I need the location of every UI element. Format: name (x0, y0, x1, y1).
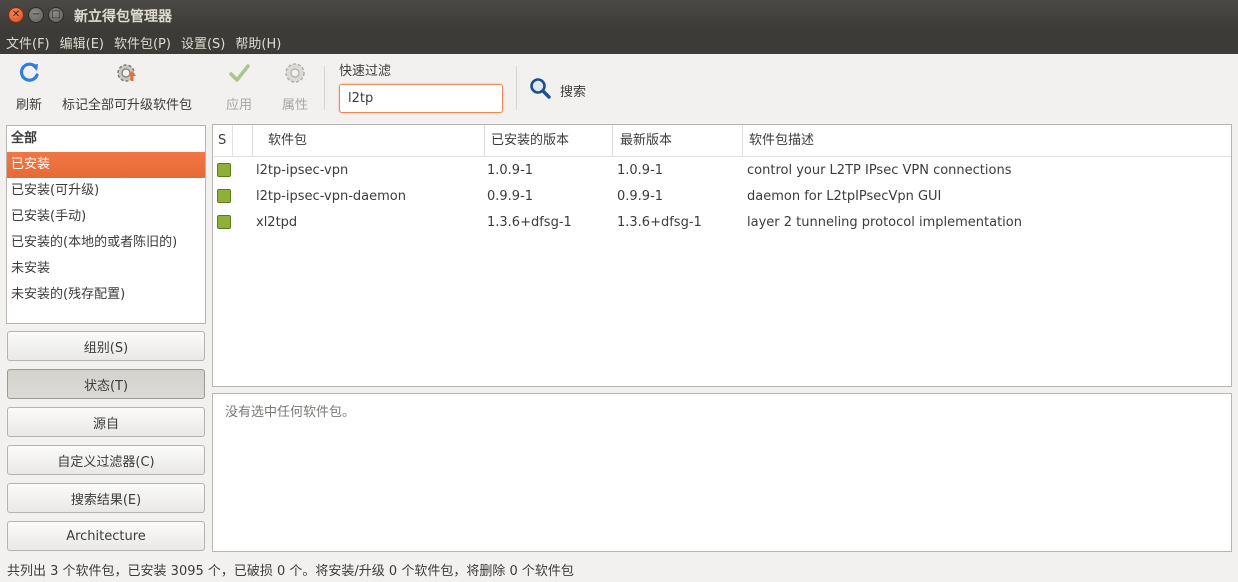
checkmark-icon (226, 60, 252, 86)
table-header: S 软件包 已安装的版本 最新版本 软件包描述 (213, 125, 1231, 157)
menu-package[interactable]: 软件包(P) (114, 33, 171, 52)
column-status[interactable]: S (213, 125, 233, 156)
architecture-button[interactable]: Architecture (7, 521, 205, 551)
package-name: l2tp-ipsec-vpn-daemon (256, 188, 406, 204)
search-button[interactable]: 搜索 (528, 76, 586, 104)
title-bar: ✕ − □ 新立得包管理器 (0, 0, 1238, 30)
installed-status-icon[interactable] (217, 189, 231, 203)
installed-status-icon[interactable] (217, 163, 231, 177)
minimize-icon: − (31, 9, 41, 20)
filter-not-installed-residual[interactable]: 未安装的(残存配置) (7, 282, 205, 308)
column-support[interactable] (233, 125, 253, 156)
filter-all[interactable]: 全部 (7, 126, 205, 152)
refresh-button[interactable]: 刷新 (16, 60, 42, 113)
installed-status-icon[interactable] (217, 215, 231, 229)
filter-installed-manual[interactable]: 已安装(手动) (7, 204, 205, 230)
status-bar: 共列出 3 个软件包，已安装 3095 个，已破损 0 个。将安装/升级 0 个… (7, 564, 574, 579)
menu-edit[interactable]: 编辑(E) (60, 33, 104, 52)
properties-button[interactable]: 属性 (282, 60, 308, 113)
installed-version: 1.0.9-1 (487, 162, 534, 178)
sections-button[interactable]: 组别(S) (7, 331, 205, 361)
search-label: 搜索 (560, 84, 587, 100)
latest-version: 0.9.9-1 (617, 188, 664, 204)
package-details-pane: 没有选中任何软件包。 (212, 393, 1232, 552)
column-latest-version[interactable]: 最新版本 (613, 125, 743, 156)
custom-filters-button[interactable]: 自定义过滤器(C) (7, 445, 205, 475)
gear-icon (282, 60, 308, 86)
package-description: daemon for L2tpIPsecVpn GUI (747, 188, 942, 204)
properties-label: 属性 (282, 98, 309, 113)
mark-all-upgrades-button[interactable]: 标记全部可升级软件包 (62, 60, 192, 113)
apply-label: 应用 (226, 98, 253, 113)
filter-installed[interactable]: 已安装 (7, 152, 205, 178)
installed-version: 1.3.6+dfsg-1 (487, 214, 572, 230)
package-name: l2tp-ipsec-vpn (256, 162, 349, 178)
latest-version: 1.0.9-1 (617, 162, 664, 178)
package-name: xl2tpd (256, 214, 298, 230)
menu-help[interactable]: 帮助(H) (235, 33, 281, 52)
refresh-icon (16, 60, 42, 86)
menu-file[interactable]: 文件(F) (6, 33, 50, 52)
quick-filter-input[interactable] (339, 84, 503, 113)
window-minimize-button[interactable]: − (28, 7, 44, 23)
search-icon (528, 76, 552, 104)
column-description[interactable]: 软件包描述 (743, 125, 1231, 156)
apply-button[interactable]: 应用 (226, 60, 252, 113)
window-title: 新立得包管理器 (74, 9, 172, 25)
menu-bar: 文件(F) 编辑(E) 软件包(P) 设置(S) 帮助(H) (0, 30, 1238, 54)
status-button[interactable]: 状态(T) (7, 369, 205, 399)
refresh-label: 刷新 (16, 98, 43, 113)
window-close-button[interactable]: ✕ (8, 7, 24, 23)
table-row[interactable]: l2tp-ipsec-vpn 1.0.9-1 1.0.9-1 control y… (213, 157, 1231, 183)
close-icon: ✕ (11, 9, 21, 20)
upgrade-gear-icon (114, 60, 140, 86)
filter-installed-upgradable[interactable]: 已安装(可升级) (7, 178, 205, 204)
filter-list: 全部 已安装 已安装(可升级) 已安装(手动) 已安装的(本地的或者陈旧的) 未… (6, 125, 206, 324)
table-row[interactable]: xl2tpd 1.3.6+dfsg-1 1.3.6+dfsg-1 layer 2… (213, 209, 1231, 235)
filter-not-installed[interactable]: 未安装 (7, 256, 205, 282)
package-description: control your L2TP IPsec VPN connections (747, 162, 1012, 178)
package-description: layer 2 tunneling protocol implementatio… (747, 214, 1022, 230)
no-selection-text: 没有选中任何软件包。 (225, 405, 356, 420)
latest-version: 1.3.6+dfsg-1 (617, 214, 702, 230)
filter-installed-local-obsolete[interactable]: 已安装的(本地的或者陈旧的) (7, 230, 205, 256)
installed-version: 0.9.9-1 (487, 188, 534, 204)
column-installed-version[interactable]: 已安装的版本 (485, 125, 613, 156)
window-maximize-button[interactable]: □ (48, 7, 64, 23)
quick-filter-label: 快速过滤 (339, 64, 392, 79)
mark-all-upgrades-label: 标记全部可升级软件包 (62, 98, 193, 113)
origin-button[interactable]: 源自 (7, 407, 205, 437)
search-results-button[interactable]: 搜索结果(E) (7, 483, 205, 513)
column-package[interactable]: 软件包 (253, 125, 485, 156)
table-row[interactable]: l2tp-ipsec-vpn-daemon 0.9.9-1 0.9.9-1 da… (213, 183, 1231, 209)
package-table: S 软件包 已安装的版本 最新版本 软件包描述 l2tp-ipsec-vpn 1… (212, 124, 1232, 387)
toolbar-separator (516, 66, 517, 110)
toolbar-separator (324, 66, 325, 110)
menu-settings[interactable]: 设置(S) (181, 33, 225, 52)
toolbar: 刷新 标记全部可升级软件包 应用 属性 快速过滤 搜索 (0, 54, 1238, 120)
maximize-icon: □ (51, 9, 61, 20)
